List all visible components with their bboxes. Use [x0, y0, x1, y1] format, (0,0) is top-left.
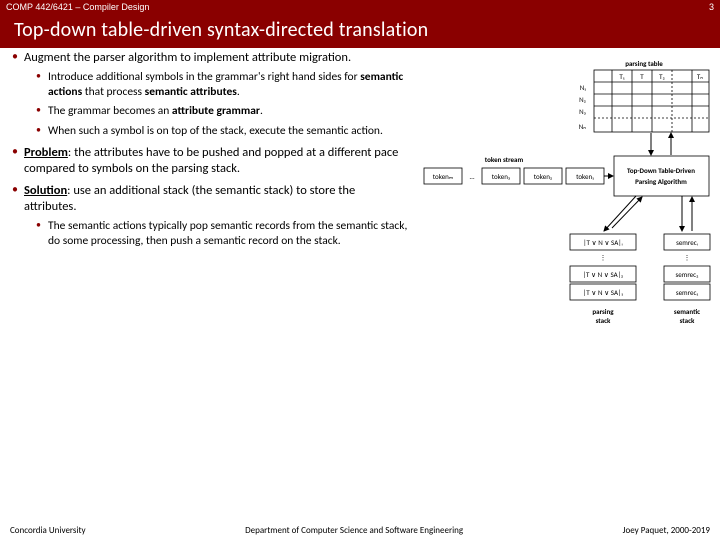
b1a-end: semantic attributes	[145, 85, 237, 99]
label-token-stream: token stream	[485, 155, 524, 164]
pstack-2: |T ∨ N ∨ SA|₂	[583, 270, 624, 279]
tok-m: tokenₘ	[433, 172, 453, 181]
page-number: 3	[709, 0, 714, 14]
bullet-1-text: Augment the parser algorithm to implemen…	[24, 50, 351, 65]
tok-2: token₂	[534, 172, 553, 181]
footer: Concordia University Department of Compu…	[0, 525, 720, 536]
header-bar: COMP 442/6421 – Compiler Design 3	[0, 0, 720, 14]
sstack-i: semrecᵢ	[676, 238, 698, 247]
tok-dots: …	[470, 172, 475, 181]
slide-content: Augment the parser algorithm to implemen…	[10, 50, 410, 254]
b1b-pre: The grammar becomes an	[48, 104, 172, 118]
bullet-1c: When such a symbol is on top of the stac…	[36, 124, 410, 139]
footer-center: Department of Computer Science and Softw…	[245, 525, 463, 536]
course-code: COMP 442/6421 – Compiler Design	[6, 0, 149, 14]
col-tn: Tₙ	[697, 72, 703, 81]
label-parsing-table: parsing table	[625, 59, 663, 68]
bullet-1: Augment the parser algorithm to implemen…	[10, 50, 410, 139]
pstack-dots: ⋮	[600, 253, 607, 262]
parse-diagram: parsing table T₁ T T₂ Tₙ N₁ N₂ N₃ Nₙ tok…	[414, 56, 714, 366]
bullet-1a: Introduce additional symbols in the gram…	[36, 70, 410, 99]
bullet-2: Problem: the attributes have to be pushe…	[10, 145, 410, 177]
b3-label: Solution	[24, 183, 67, 198]
b1a-dot: .	[237, 85, 240, 99]
row-n3: N₃	[579, 107, 587, 116]
b3-body: : use an additional stack (the semantic …	[24, 183, 355, 214]
bullet-3: Solution: use an additional stack (the s…	[10, 183, 410, 248]
b1b-dot: .	[260, 104, 263, 118]
row-nn: Nₙ	[579, 122, 587, 131]
pstack-1: |T ∨ N ∨ SA|₁	[583, 288, 623, 297]
row-n2: N₂	[579, 95, 587, 104]
slide-title: Top-down table-driven syntax-directed tr…	[0, 14, 720, 48]
col-t2: T₂	[659, 72, 665, 81]
footer-right: Joey Paquet, 2000-2019	[623, 525, 710, 536]
bullet-1b: The grammar becomes an attribute grammar…	[36, 104, 410, 119]
tok-1: token₁	[576, 172, 594, 181]
b1b-ag: attribute grammar	[172, 104, 260, 118]
row-n1: N₁	[580, 83, 587, 92]
b1a-mid: that process	[82, 85, 144, 99]
algo-line1: Top-Down Table-Driven	[627, 166, 695, 175]
b2-label: Problem	[24, 145, 68, 160]
label-parsing-stack: parsingstack	[592, 307, 614, 325]
algo-line2: Parsing Algorithm	[635, 177, 687, 186]
b1a-pre: Introduce additional symbols in the gram…	[48, 70, 360, 84]
footer-left: Concordia University	[10, 525, 86, 536]
sstack-2: semrec₂	[676, 270, 700, 279]
col-t1: T₁	[619, 72, 624, 81]
bullet-3a: The semantic actions typically pop seman…	[36, 219, 410, 248]
tok-3: token₃	[492, 172, 511, 181]
label-semantic-stack: semanticstack	[674, 307, 700, 325]
sstack-1: semrec₁	[676, 288, 699, 297]
b2-body: : the attributes have to be pushed and p…	[24, 145, 398, 176]
col-t: T	[640, 72, 644, 81]
pstack-i: |T ∨ N ∨ SA|ᵢ	[583, 238, 622, 247]
sstack-dots: ⋮	[684, 253, 691, 262]
